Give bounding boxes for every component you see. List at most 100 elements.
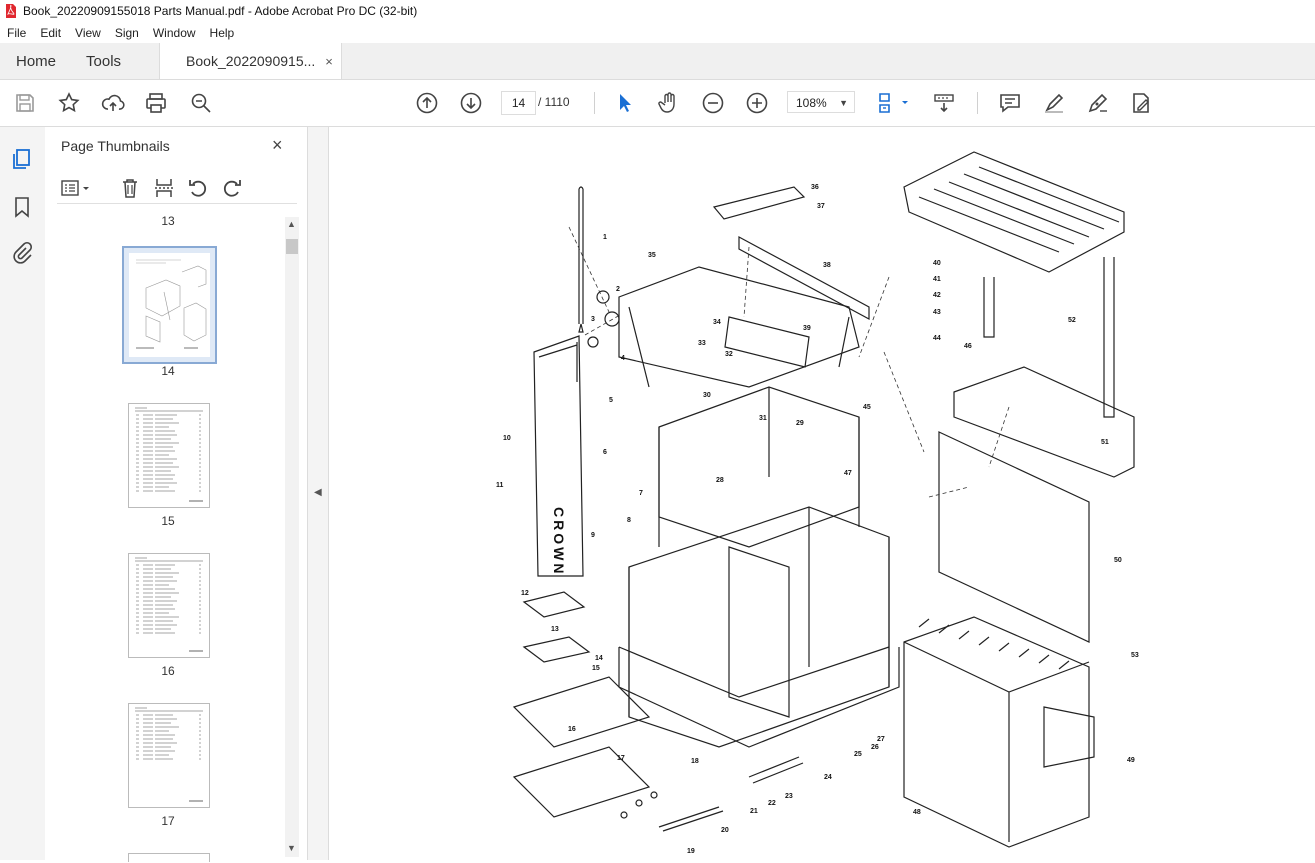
tab-document[interactable]: Book_2022090915... × [159, 43, 342, 79]
callout: 33 [698, 340, 706, 347]
title-bar: Book_20220909155018 Parts Manual.pdf - A… [0, 0, 1315, 22]
rotate-left-icon[interactable] [187, 177, 209, 199]
callout: 18 [691, 758, 699, 765]
thumbnail-label: 17 [161, 814, 175, 828]
options-menu-icon[interactable] [60, 177, 94, 199]
callout: 53 [1131, 652, 1139, 659]
thumbnail-label: 15 [161, 514, 175, 528]
rotate-right-icon[interactable] [221, 177, 243, 199]
fill-sign-icon[interactable] [1129, 91, 1153, 115]
zoom-out-icon[interactable] [701, 91, 725, 115]
thumbnail-label: 14 [161, 364, 175, 378]
scroll-down-icon[interactable]: ▼ [287, 843, 296, 853]
callout: 3 [591, 316, 595, 323]
callout: 7 [639, 490, 643, 497]
callout: 30 [703, 392, 711, 399]
menu-edit[interactable]: Edit [33, 26, 68, 40]
menu-window[interactable]: Window [146, 26, 203, 40]
panel-collapse-handle[interactable]: ◀ [308, 127, 329, 860]
print-icon[interactable] [144, 91, 168, 115]
attachments-icon[interactable] [10, 241, 34, 265]
thumbnail-page-14[interactable] [122, 246, 217, 364]
navigation-rail [0, 127, 46, 860]
callout: 51 [1101, 439, 1109, 446]
callout: 6 [603, 449, 607, 456]
highlight-pen-icon[interactable] [1042, 91, 1066, 115]
zoom-value: 108% [796, 96, 827, 110]
callout: 47 [844, 470, 852, 477]
page-thumbnails-icon[interactable] [10, 147, 34, 171]
extract-pages-icon[interactable] [153, 177, 175, 199]
delete-page-icon[interactable] [119, 177, 141, 199]
callout: 21 [750, 808, 758, 815]
scroll-mode-icon[interactable] [932, 91, 956, 115]
search-zoom-icon[interactable] [189, 91, 213, 115]
comment-icon[interactable] [998, 91, 1022, 115]
panel-title: Page Thumbnails [61, 138, 170, 154]
callout: 41 [933, 276, 941, 283]
crown-brand-text: CROWN [551, 507, 567, 576]
select-cursor-icon[interactable] [612, 91, 636, 115]
menu-sign[interactable]: Sign [108, 26, 146, 40]
next-page-icon[interactable] [459, 91, 483, 115]
document-view[interactable]: CROWN 1 2 3 4 5 6 7 8 9 10 11 12 13 14 1… [329, 127, 1315, 860]
bookmarks-icon[interactable] [10, 195, 34, 219]
zoom-in-icon[interactable] [745, 91, 769, 115]
tab-home[interactable]: Home [0, 43, 72, 79]
tab-tools[interactable]: Tools [72, 43, 135, 79]
cloud-upload-icon[interactable] [101, 91, 125, 115]
callout: 31 [759, 415, 767, 422]
menu-file[interactable]: File [0, 26, 33, 40]
thumbnail-page-16[interactable] [128, 553, 210, 658]
callout: 25 [854, 751, 862, 758]
menu-bar: File Edit View Sign Window Help [0, 22, 1315, 43]
bookmark-star-icon[interactable] [57, 91, 81, 115]
acrobat-app-icon [6, 4, 16, 18]
callout: 24 [824, 774, 832, 781]
close-tab-icon[interactable]: × [325, 54, 333, 69]
callout: 36 [811, 184, 819, 191]
collapse-arrow-icon[interactable]: ◀ [314, 487, 322, 498]
hand-tool-icon[interactable] [657, 91, 681, 115]
callout: 27 [877, 736, 885, 743]
thumbnail-page-17[interactable] [128, 703, 210, 808]
callout: 13 [551, 626, 559, 633]
callout: 39 [803, 325, 811, 332]
scroll-up-icon[interactable]: ▲ [287, 219, 296, 229]
save-icon[interactable] [13, 91, 37, 115]
callout: 12 [521, 590, 529, 597]
callout: 19 [687, 848, 695, 855]
scrollbar-thumb[interactable] [286, 239, 298, 254]
callout: 16 [568, 726, 576, 733]
callout: 8 [627, 517, 631, 524]
thumbnail-parts-list-preview [135, 707, 203, 802]
menu-view[interactable]: View [68, 26, 108, 40]
callout: 38 [823, 262, 831, 269]
tab-document-label: Book_2022090915... [186, 53, 316, 69]
callout: 32 [725, 351, 733, 358]
thumbnail-page-15[interactable] [128, 403, 210, 508]
callout: 9 [591, 532, 595, 539]
menu-help[interactable]: Help [203, 26, 242, 40]
zoom-select[interactable]: 108% ▼ [787, 91, 855, 113]
thumbnail-parts-list-preview [135, 407, 203, 502]
thumbnail-scrollbar[interactable]: ▲ ▼ [285, 217, 299, 857]
sign-pen-icon[interactable] [1086, 91, 1110, 115]
callout: 11 [496, 482, 504, 489]
callout: 2 [616, 286, 620, 293]
tab-bar: Home Tools Book_2022090915... × [0, 43, 1315, 80]
callout: 40 [933, 260, 941, 267]
callout: 4 [621, 355, 625, 362]
previous-page-icon[interactable] [415, 91, 439, 115]
callout: 17 [617, 755, 625, 762]
callout: 10 [503, 435, 511, 442]
page-thumbnails-panel: Page Thumbnails × 13 14 15 16 17 ▲ ▼ [45, 127, 308, 862]
callout: 44 [933, 335, 941, 342]
callout: 37 [817, 203, 825, 210]
callout: 22 [768, 800, 776, 807]
thumbnail-toolbar [57, 175, 297, 204]
fit-page-icon[interactable] [876, 91, 910, 115]
page-number-input[interactable]: 14 [501, 91, 536, 115]
close-panel-icon[interactable]: × [272, 135, 283, 156]
thumbnail-page-18[interactable] [128, 853, 210, 862]
